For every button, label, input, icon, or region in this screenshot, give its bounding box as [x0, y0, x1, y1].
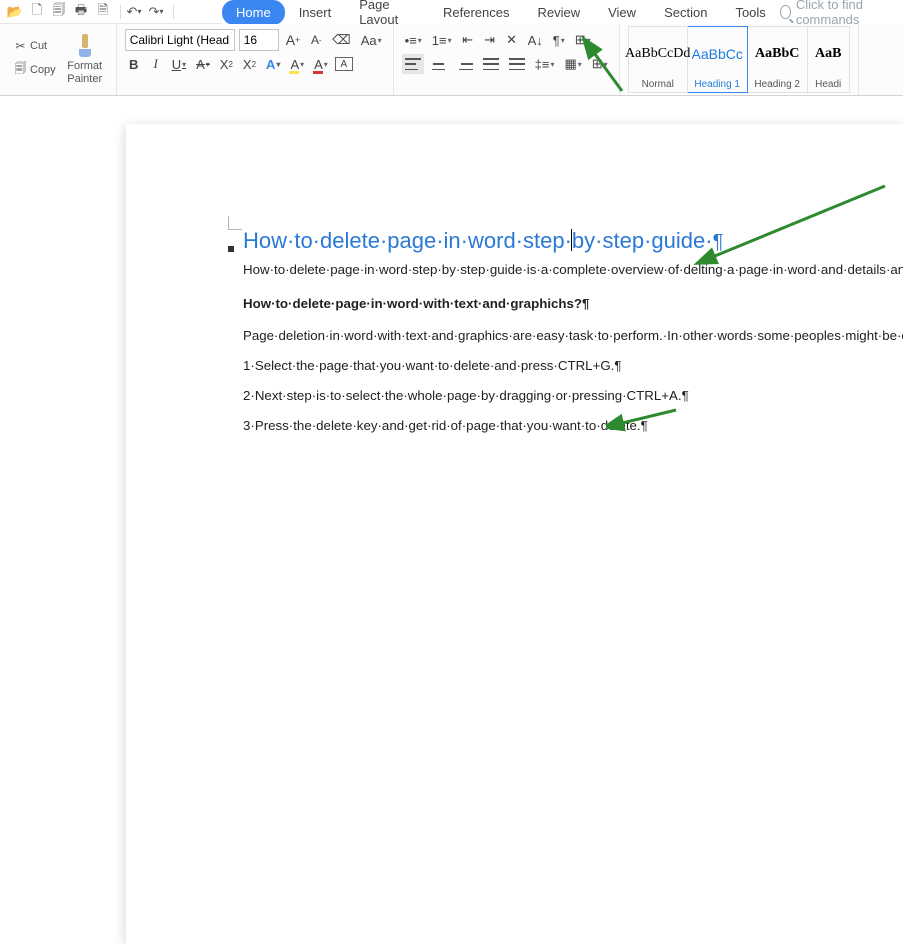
- shading-button[interactable]: ▦▾: [561, 54, 584, 74]
- grow-font-button[interactable]: A+: [283, 30, 304, 50]
- underline-button[interactable]: U▾: [169, 54, 189, 74]
- separator: [120, 5, 121, 19]
- group-styles: AaBbCcDd Normal AaBbCc Heading 1 AaBbC H…: [620, 24, 859, 95]
- change-case-button[interactable]: Aa▾: [358, 30, 385, 50]
- align-right-button[interactable]: [454, 54, 476, 74]
- bold-button[interactable]: B: [125, 54, 143, 74]
- decrease-indent-button[interactable]: ⇤: [459, 30, 477, 50]
- style-heading-2[interactable]: AaBbC Heading 2: [748, 26, 808, 93]
- cut-button[interactable]: ✂Cut: [12, 37, 58, 55]
- subscript-button[interactable]: X2: [240, 54, 259, 74]
- group-font: A+ A- ⌫ Aa▾ B I U▾ A▾ X2 X2 A▾ A▾ A▾ A: [117, 24, 394, 95]
- page-content[interactable]: How·to·delete·page·in·word·step·by·step·…: [243, 214, 897, 440]
- justify-button[interactable]: [480, 54, 502, 74]
- increase-indent-button[interactable]: ⇥: [481, 30, 499, 50]
- group-paragraph: •≡▾ 1≡▾ ⇤ ⇥ ✕ A↓ ¶▾ ⊞▾ ‡≡▾ ▦▾ ⊞▾: [394, 24, 620, 95]
- text-direction-button[interactable]: ✕: [503, 30, 521, 50]
- tab-tools[interactable]: Tools: [721, 0, 779, 25]
- search-placeholder: Click to find commands: [796, 0, 897, 27]
- document-heading[interactable]: How·to·delete·page·in·word·step·by·step·…: [243, 228, 897, 254]
- command-search[interactable]: Click to find commands: [780, 0, 903, 27]
- scissors-icon: ✂: [14, 39, 27, 53]
- undo-icon[interactable]: ↶▾: [125, 3, 143, 21]
- superscript-button[interactable]: X2: [217, 54, 236, 74]
- tab-insert[interactable]: Insert: [285, 0, 346, 25]
- copy-icon: 🗐: [14, 59, 27, 80]
- tab-review[interactable]: Review: [523, 0, 594, 25]
- pilcrow: ¶: [713, 231, 724, 253]
- heading-collapse-marker[interactable]: [228, 246, 234, 252]
- show-formatting-marks-button[interactable]: ¶▾: [550, 30, 568, 50]
- style-heading-1[interactable]: AaBbCc Heading 1: [688, 26, 748, 93]
- align-left-button[interactable]: [402, 54, 424, 74]
- paintbrush-icon: [75, 34, 95, 58]
- shrink-font-button[interactable]: A-: [307, 30, 325, 50]
- search-icon: [780, 5, 791, 19]
- align-center-button[interactable]: [428, 54, 450, 74]
- highlight-button[interactable]: A▾: [287, 54, 307, 74]
- ribbon-tabs: Home Insert Page Layout References Revie…: [222, 0, 903, 24]
- copy-button[interactable]: 🗐Copy: [12, 57, 58, 82]
- paragraph-5[interactable]: 2·Next·step·is·to·select·the·whole·page·…: [243, 386, 897, 406]
- line-spacing-button[interactable]: ‡≡▾: [532, 54, 558, 74]
- tab-section[interactable]: Section: [650, 0, 721, 25]
- font-size-select[interactable]: [239, 29, 279, 51]
- group-clipboard: ✂Cut 🗐Copy Format Painter: [0, 24, 117, 95]
- redo-icon[interactable]: ↷▾: [147, 3, 165, 21]
- paragraph-6[interactable]: 3·Press·the·delete·key·and·get·rid·of·pa…: [243, 416, 897, 436]
- paragraph-1[interactable]: How·to·delete·page·in·word·step·by·step·…: [243, 260, 897, 280]
- tab-home[interactable]: Home: [222, 0, 285, 25]
- margin-corner: [228, 216, 242, 230]
- print-icon[interactable]: 🖶: [72, 3, 90, 21]
- bullet-list-button[interactable]: •≡▾: [402, 30, 425, 50]
- page[interactable]: How·to·delete·page·in·word·step·by·step·…: [126, 124, 903, 944]
- text-effects-button[interactable]: A▾: [263, 54, 283, 74]
- paragraph-2-subheading[interactable]: How·to·delete·page·in·word·with·text·and…: [243, 294, 897, 314]
- paragraph-3[interactable]: Page·deletion·in·word·with·text·and·grap…: [243, 326, 897, 346]
- print-preview-icon[interactable]: 🗎: [94, 3, 112, 21]
- template-icon[interactable]: 🗐: [50, 3, 68, 21]
- document-area: 🗎▾ How·to·delete·page·in·word·step·by·st…: [0, 124, 903, 575]
- style-normal[interactable]: AaBbCcDd Normal: [628, 26, 688, 93]
- open-icon[interactable]: 📂: [6, 3, 24, 21]
- number-list-button[interactable]: 1≡▾: [429, 30, 455, 50]
- separator: [173, 5, 174, 19]
- tab-view[interactable]: View: [594, 0, 650, 25]
- ribbon: ✂Cut 🗐Copy Format Painter A+ A- ⌫ Aa▾ B …: [0, 24, 903, 96]
- tab-references[interactable]: References: [429, 0, 523, 25]
- clear-formatting-button[interactable]: ⌫: [329, 30, 353, 50]
- character-border-button[interactable]: A: [335, 57, 353, 71]
- sort-button[interactable]: A↓: [525, 30, 546, 50]
- new-icon[interactable]: 🗋: [28, 3, 46, 21]
- format-painter-button[interactable]: Format Painter: [62, 28, 108, 91]
- tab-stops-button[interactable]: ⊞▾: [572, 30, 594, 50]
- distribute-button[interactable]: [506, 54, 528, 74]
- strikethrough-button[interactable]: A▾: [193, 54, 213, 74]
- style-heading-3[interactable]: AaB Headi: [808, 26, 850, 93]
- font-name-select[interactable]: [125, 29, 235, 51]
- italic-button[interactable]: I: [147, 54, 165, 74]
- paragraph-4[interactable]: 1·Select·the·page·that·you·want·to·delet…: [243, 356, 897, 376]
- font-color-button[interactable]: A▾: [311, 54, 331, 74]
- borders-button[interactable]: ⊞▾: [589, 54, 611, 74]
